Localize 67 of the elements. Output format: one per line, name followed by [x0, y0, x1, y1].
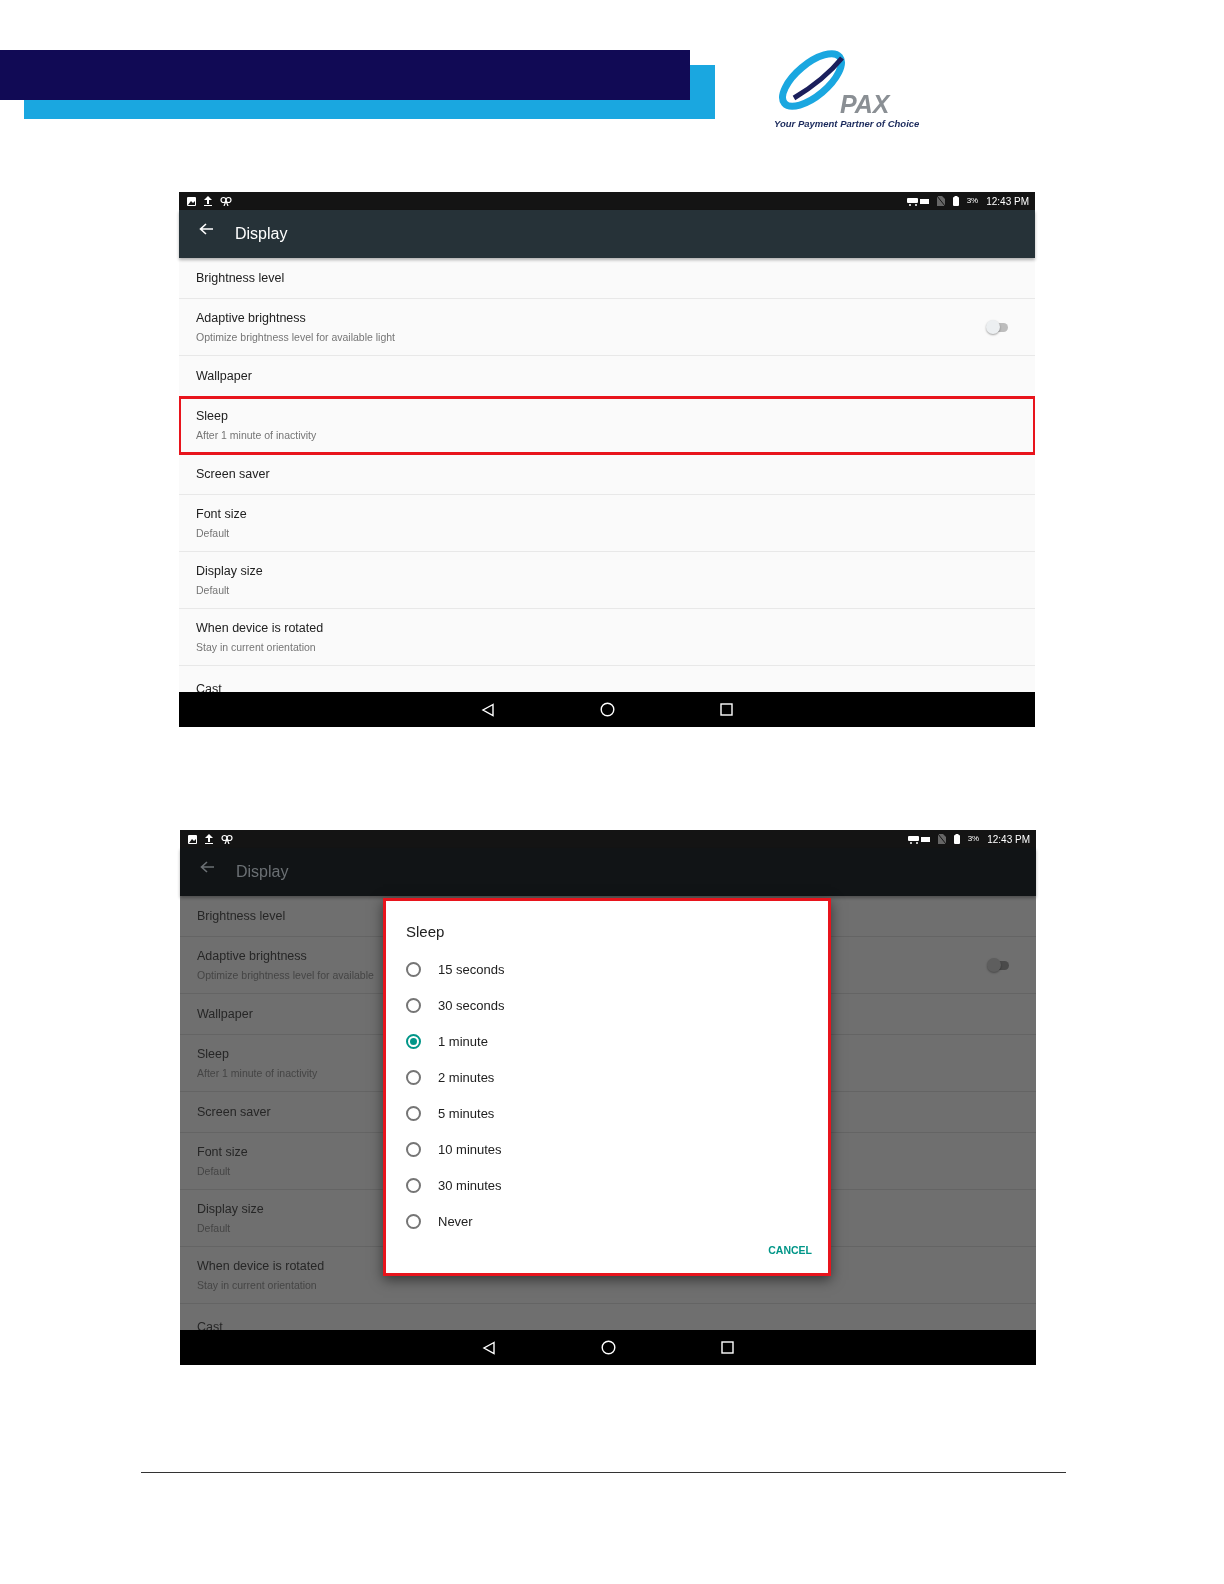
- setting-title: Font size: [197, 1143, 248, 1161]
- no-sim-icon: [936, 196, 945, 206]
- setting-summary: Default: [196, 582, 230, 598]
- setting-title: Display size: [197, 1200, 264, 1218]
- recents-icon[interactable]: [721, 1341, 734, 1354]
- dialog-title: Sleep: [406, 922, 445, 942]
- butterfly-icon: [221, 834, 233, 844]
- setting-title: Sleep: [197, 1045, 229, 1063]
- setting-title: Font size: [196, 505, 247, 523]
- butterfly-icon: [220, 196, 232, 206]
- setting-title: Display size: [196, 562, 263, 580]
- cancel-button[interactable]: CANCEL: [766, 1241, 814, 1261]
- screen-title: Display: [235, 224, 288, 244]
- screen-title: Display: [236, 862, 289, 882]
- setting-summary: Stay in current orientation: [196, 639, 316, 655]
- settings-row[interactable]: Font size Default: [179, 495, 1035, 552]
- clock-time: 12:43 PM: [987, 832, 1030, 847]
- home-icon[interactable]: [601, 1340, 616, 1355]
- radio-option[interactable]: 10 minutes: [406, 1131, 508, 1168]
- radio-option[interactable]: 15 seconds: [406, 951, 511, 988]
- radio-option[interactable]: 30 seconds: [406, 987, 511, 1024]
- toggle-switch[interactable]: [987, 958, 1011, 972]
- device-icon: [907, 834, 930, 844]
- setting-title: When device is rotated: [197, 1257, 325, 1275]
- upload-icon: [204, 196, 212, 206]
- picture-icon: [187, 196, 196, 206]
- setting-title: Screen saver: [197, 1103, 271, 1121]
- battery-icon: [953, 834, 960, 844]
- radio-option[interactable]: Never: [406, 1203, 479, 1240]
- radio-option[interactable]: 30 minutes: [406, 1167, 508, 1204]
- radio-option[interactable]: 5 minutes: [406, 1095, 501, 1132]
- settings-row[interactable]: Screen saver: [179, 454, 1035, 495]
- battery-percent: 3%: [967, 833, 980, 845]
- settings-row[interactable]: Brightness level: [179, 258, 1035, 299]
- setting-summary: Optimize brightness level for available light: [196, 329, 395, 345]
- settings-row[interactable]: Wallpaper: [179, 356, 1035, 397]
- setting-title: Adaptive brightness: [196, 309, 306, 327]
- tagline: Your Payment Partner of Choice: [774, 117, 920, 131]
- no-sim-icon: [937, 834, 946, 844]
- radio-option[interactable]: 2 minutes: [406, 1059, 501, 1096]
- setting-title: When device is rotated: [196, 619, 324, 637]
- setting-summary: After 1 minute of inactivity: [196, 427, 317, 443]
- upload-icon: [205, 834, 213, 844]
- logo-text: PAX: [840, 92, 890, 117]
- recents-icon[interactable]: [720, 703, 733, 716]
- setting-summary: Default: [196, 525, 230, 541]
- picture-icon: [188, 834, 197, 844]
- setting-title: Adaptive brightness: [197, 947, 307, 965]
- home-icon[interactable]: [600, 702, 615, 717]
- setting-title: Brightness level: [197, 907, 286, 925]
- setting-title: Sleep: [196, 407, 228, 425]
- settings-row[interactable]: Sleep After 1 minute of inactivity: [179, 397, 1035, 454]
- back-icon[interactable]: [482, 1340, 496, 1355]
- settings-row[interactable]: Adaptive brightness Optimize brightness level for available light: [179, 299, 1035, 356]
- setting-title: Wallpaper: [197, 1005, 253, 1023]
- back-icon[interactable]: [481, 702, 495, 717]
- toggle-switch[interactable]: [986, 320, 1010, 334]
- battery-percent: 3%: [966, 195, 979, 207]
- battery-icon: [952, 196, 959, 206]
- setting-title: Wallpaper: [196, 367, 252, 385]
- settings-row[interactable]: Display size Default: [179, 552, 1035, 609]
- setting-title: Brightness level: [196, 269, 285, 287]
- radio-option[interactable]: 1 minute: [406, 1023, 494, 1060]
- settings-row[interactable]: When device is rotated Stay in current orientation: [179, 609, 1035, 666]
- clock-time: 12:43 PM: [986, 194, 1029, 209]
- device-icon: [906, 196, 929, 206]
- setting-title: Screen saver: [196, 465, 270, 483]
